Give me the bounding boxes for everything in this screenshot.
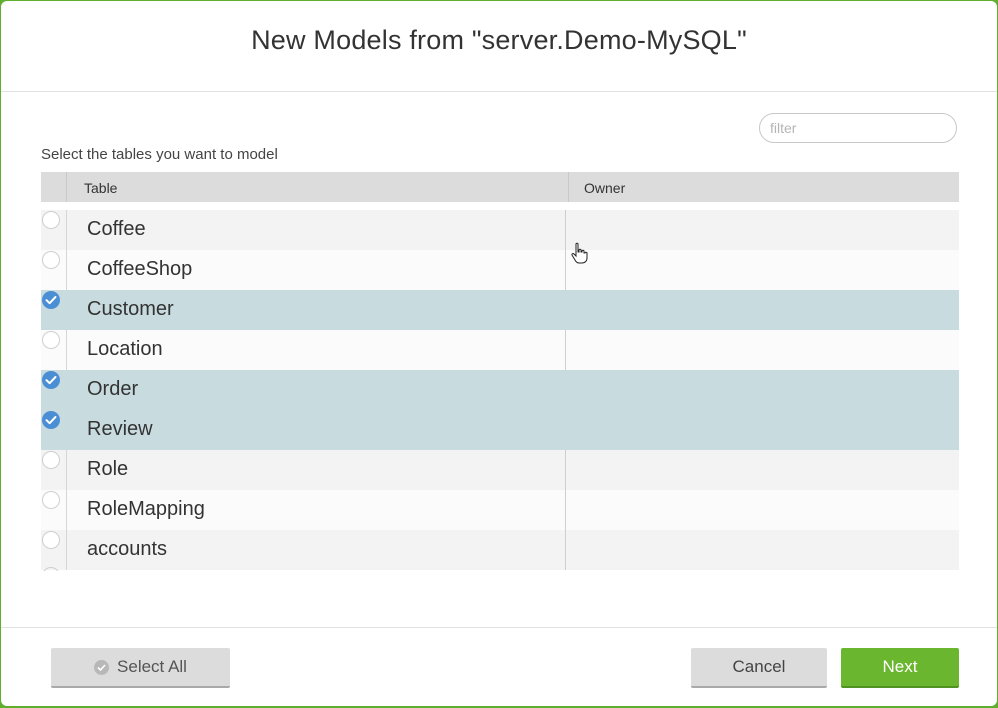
cell-divider <box>66 250 67 290</box>
check-icon <box>45 296 57 305</box>
tables-grid: Table Owner Coffee CoffeeShop Customer Loca… <box>41 172 959 570</box>
next-label: Next <box>882 657 918 676</box>
row-checkbox[interactable] <box>42 251 60 269</box>
table-row[interactable]: Location <box>41 330 959 370</box>
next-button[interactable]: Next <box>841 648 959 688</box>
table-row[interactable]: Role <box>41 450 959 490</box>
check-circle-icon <box>94 659 110 675</box>
table-name-cell: Customer <box>87 298 174 320</box>
table-name-cell: Order <box>87 378 139 400</box>
cell-divider <box>66 490 67 530</box>
column-header-table[interactable]: Table <box>84 180 117 196</box>
cell-divider <box>66 330 67 370</box>
table-name-cell: Role <box>87 458 129 480</box>
table-row[interactable]: Customer <box>41 290 959 330</box>
table-name-cell: accounts <box>87 538 168 560</box>
table-row[interactable]: Order <box>41 370 959 410</box>
table-row[interactable]: Coffee <box>41 210 959 250</box>
hand-cursor-icon <box>571 242 588 264</box>
table-name-cell: Location <box>87 338 163 360</box>
table-row[interactable]: accounts <box>41 530 959 570</box>
row-checkbox[interactable] <box>42 211 60 229</box>
cell-divider <box>565 450 566 490</box>
table-row[interactable]: Review <box>41 410 959 450</box>
row-checkbox[interactable] <box>42 331 60 349</box>
grid-header: Table Owner <box>41 172 959 202</box>
row-checkbox[interactable] <box>42 531 60 549</box>
new-models-dialog: New Models from "server.Demo-MySQL" Sele… <box>1 1 997 706</box>
table-name-cell: Review <box>87 418 153 440</box>
header-select-column[interactable] <box>41 172 67 202</box>
column-divider[interactable] <box>568 172 569 202</box>
table-name-cell: RoleMapping <box>87 498 205 520</box>
table-row[interactable]: RoleMapping <box>41 490 959 530</box>
cancel-label: Cancel <box>732 657 786 676</box>
instruction-text: Select the tables you want to model <box>41 146 278 163</box>
cell-divider <box>565 250 566 290</box>
cell-divider <box>66 210 67 250</box>
cell-divider <box>565 530 566 570</box>
cell-divider <box>565 330 566 370</box>
dialog-title: New Models from "server.Demo-MySQL" <box>251 25 747 55</box>
cell-divider <box>565 210 566 250</box>
filter-input[interactable] <box>759 113 957 143</box>
table-rows: Coffee CoffeeShop Customer Location Order Rev… <box>41 210 959 570</box>
partial-row-check-icon <box>42 567 60 571</box>
cell-divider <box>66 450 67 490</box>
select-all-button[interactable]: Select All <box>51 648 230 688</box>
row-checkbox[interactable] <box>42 451 60 469</box>
row-checkbox[interactable] <box>42 291 60 309</box>
check-icon <box>45 376 57 385</box>
column-header-owner[interactable]: Owner <box>584 180 625 196</box>
select-all-label: Select All <box>117 657 187 676</box>
footer-divider <box>1 627 997 628</box>
table-row[interactable]: CoffeeShop <box>41 250 959 290</box>
table-name-cell: Coffee <box>87 218 146 240</box>
row-checkbox[interactable] <box>42 491 60 509</box>
table-name-cell: CoffeeShop <box>87 258 193 280</box>
cell-divider <box>66 530 67 570</box>
header-divider <box>1 91 997 92</box>
cancel-button[interactable]: Cancel <box>691 648 827 688</box>
cell-divider <box>565 490 566 530</box>
row-checkbox[interactable] <box>42 411 60 429</box>
row-checkbox[interactable] <box>42 371 60 389</box>
check-icon <box>45 416 57 425</box>
